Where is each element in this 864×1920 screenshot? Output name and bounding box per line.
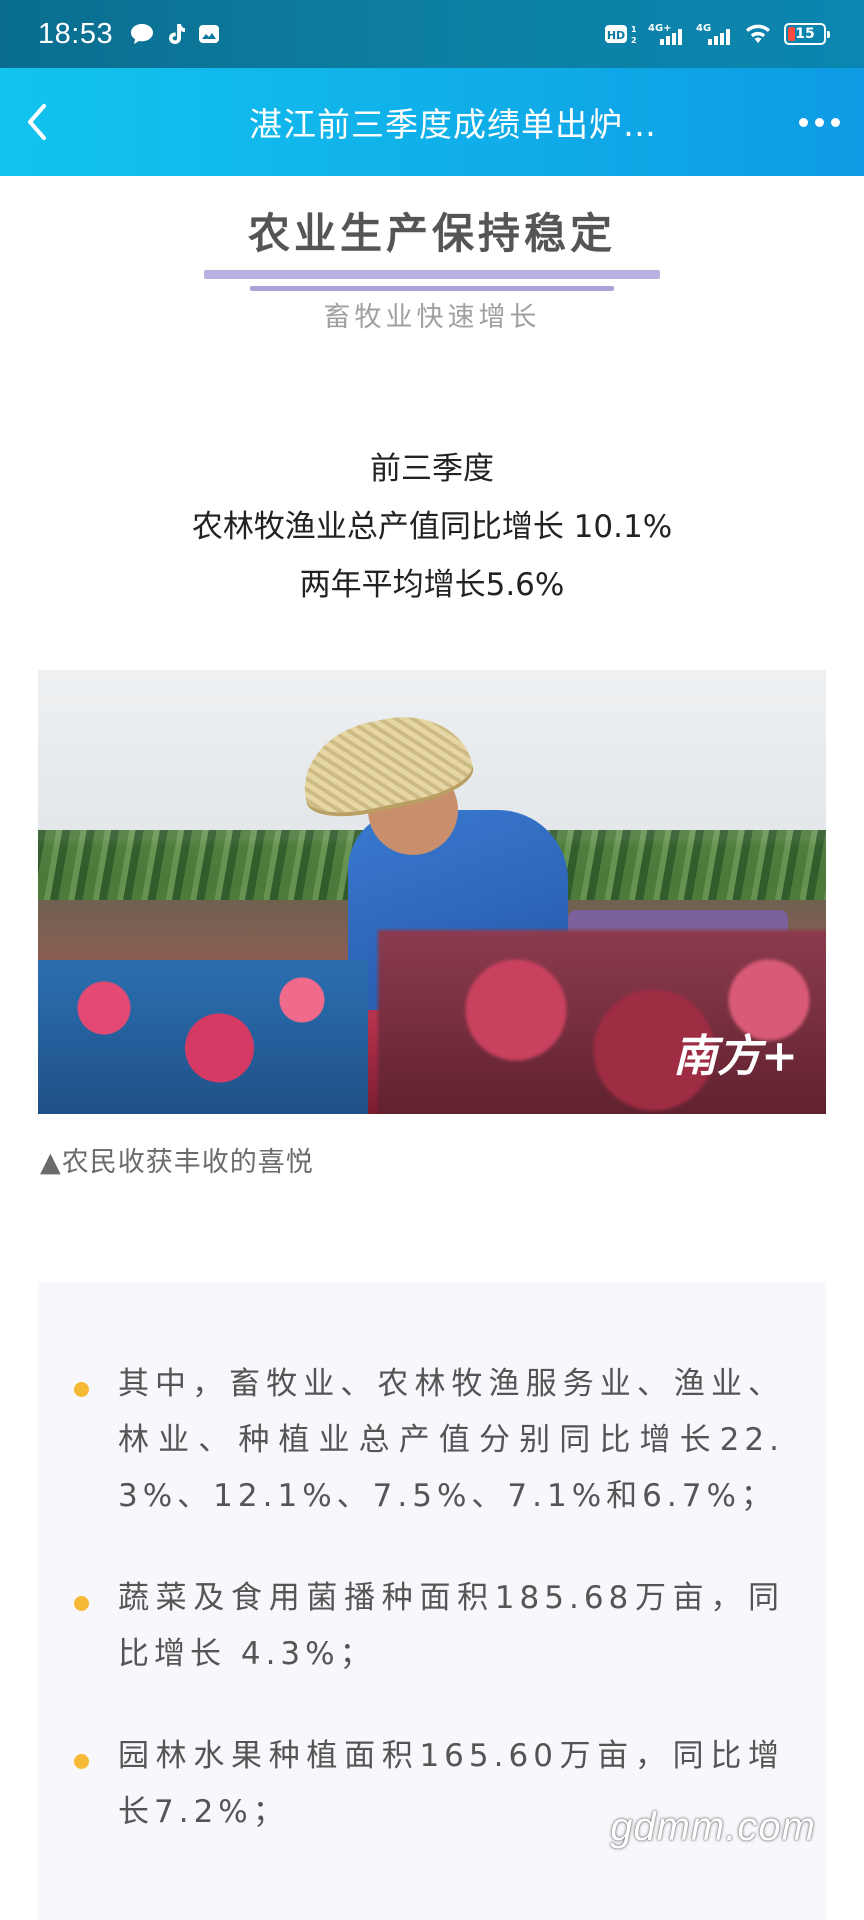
headline-container: 农业生产保持稳定 [0,200,864,261]
more-dots-icon [798,117,808,127]
photo-caption: ▲农民收获丰收的喜悦 [40,1147,314,1178]
list-item: 蔬菜及食用菌播种面积185.68万亩，同比增长 4.3%； [38,1570,826,1682]
photo-dragonfruit-basket [38,960,368,1114]
svg-text:HD: HD [607,29,625,42]
bullet-dot-icon [74,1382,89,1397]
svg-text:1: 1 [631,25,636,34]
battery-fill [788,27,795,41]
headline-accent-bar [204,270,660,279]
hd-icon: HD 1 2 [604,22,636,46]
section-subheadline: 畜牧业快速增长 [323,302,541,333]
article-photo[interactable]: 南方+ [38,670,826,1114]
list-item-text: 其中，畜牧业、农林牧渔服务业、渔业、林业、种植业总产值分别同比增长22.3%、1… [118,1366,784,1514]
signal-4gplus-icon: 4G+ [648,21,684,47]
system-status-icons: HD 1 2 4G+ 4G 15 [604,21,830,47]
headline-accent-underline [250,286,614,291]
back-button[interactable] [2,68,72,176]
bullet-dot-icon [74,1596,89,1611]
stats-block: 前三季度 农林牧渔业总产值同比增长 10.1% 两年平均增长5.6% [0,440,864,614]
svg-text:4G: 4G [696,23,711,34]
nav-bar: 湛江前三季度成绩单出炉… [0,68,864,176]
list-item-text: 蔬菜及食用菌播种面积185.68万亩，同比增长 4.3%； [118,1580,784,1672]
section-headline: 农业生产保持稳定 [247,209,616,258]
stats-period: 前三季度 [370,451,494,487]
signal-4g-icon: 4G [696,21,732,47]
notification-icons [129,22,221,46]
status-time: 18:53 [38,17,114,50]
site-watermark: gdmm.com [610,1805,816,1849]
list-item: 其中，畜牧业、农林牧渔服务业、渔业、林业、种植业总产值分别同比增长22.3%、1… [38,1356,826,1524]
more-dot [830,117,840,127]
page-title: 湛江前三季度成绩单出炉… [249,105,657,144]
more-button[interactable] [774,68,864,176]
svg-text:4G+: 4G+ [648,23,672,34]
battery-icon: 15 [784,23,830,45]
stats-growth: 农林牧渔业总产值同比增长 10.1% [191,509,673,545]
chat-bubble-icon [129,22,155,46]
battery-level: 15 [795,26,815,42]
gallery-icon [197,22,221,46]
nanfang-plus-logo: 南方+ [673,1031,798,1082]
bullet-dot-icon [74,1754,89,1769]
stats-two-year-average: 两年平均增长5.6% [299,567,565,603]
tiktok-icon [165,22,187,46]
status-bar: 18:53 HD 1 2 4G+ 4G 15 [0,0,864,68]
svg-text:2: 2 [631,36,636,45]
wifi-icon [744,23,772,45]
chevron-left-icon [28,104,46,140]
more-dot [814,117,824,127]
